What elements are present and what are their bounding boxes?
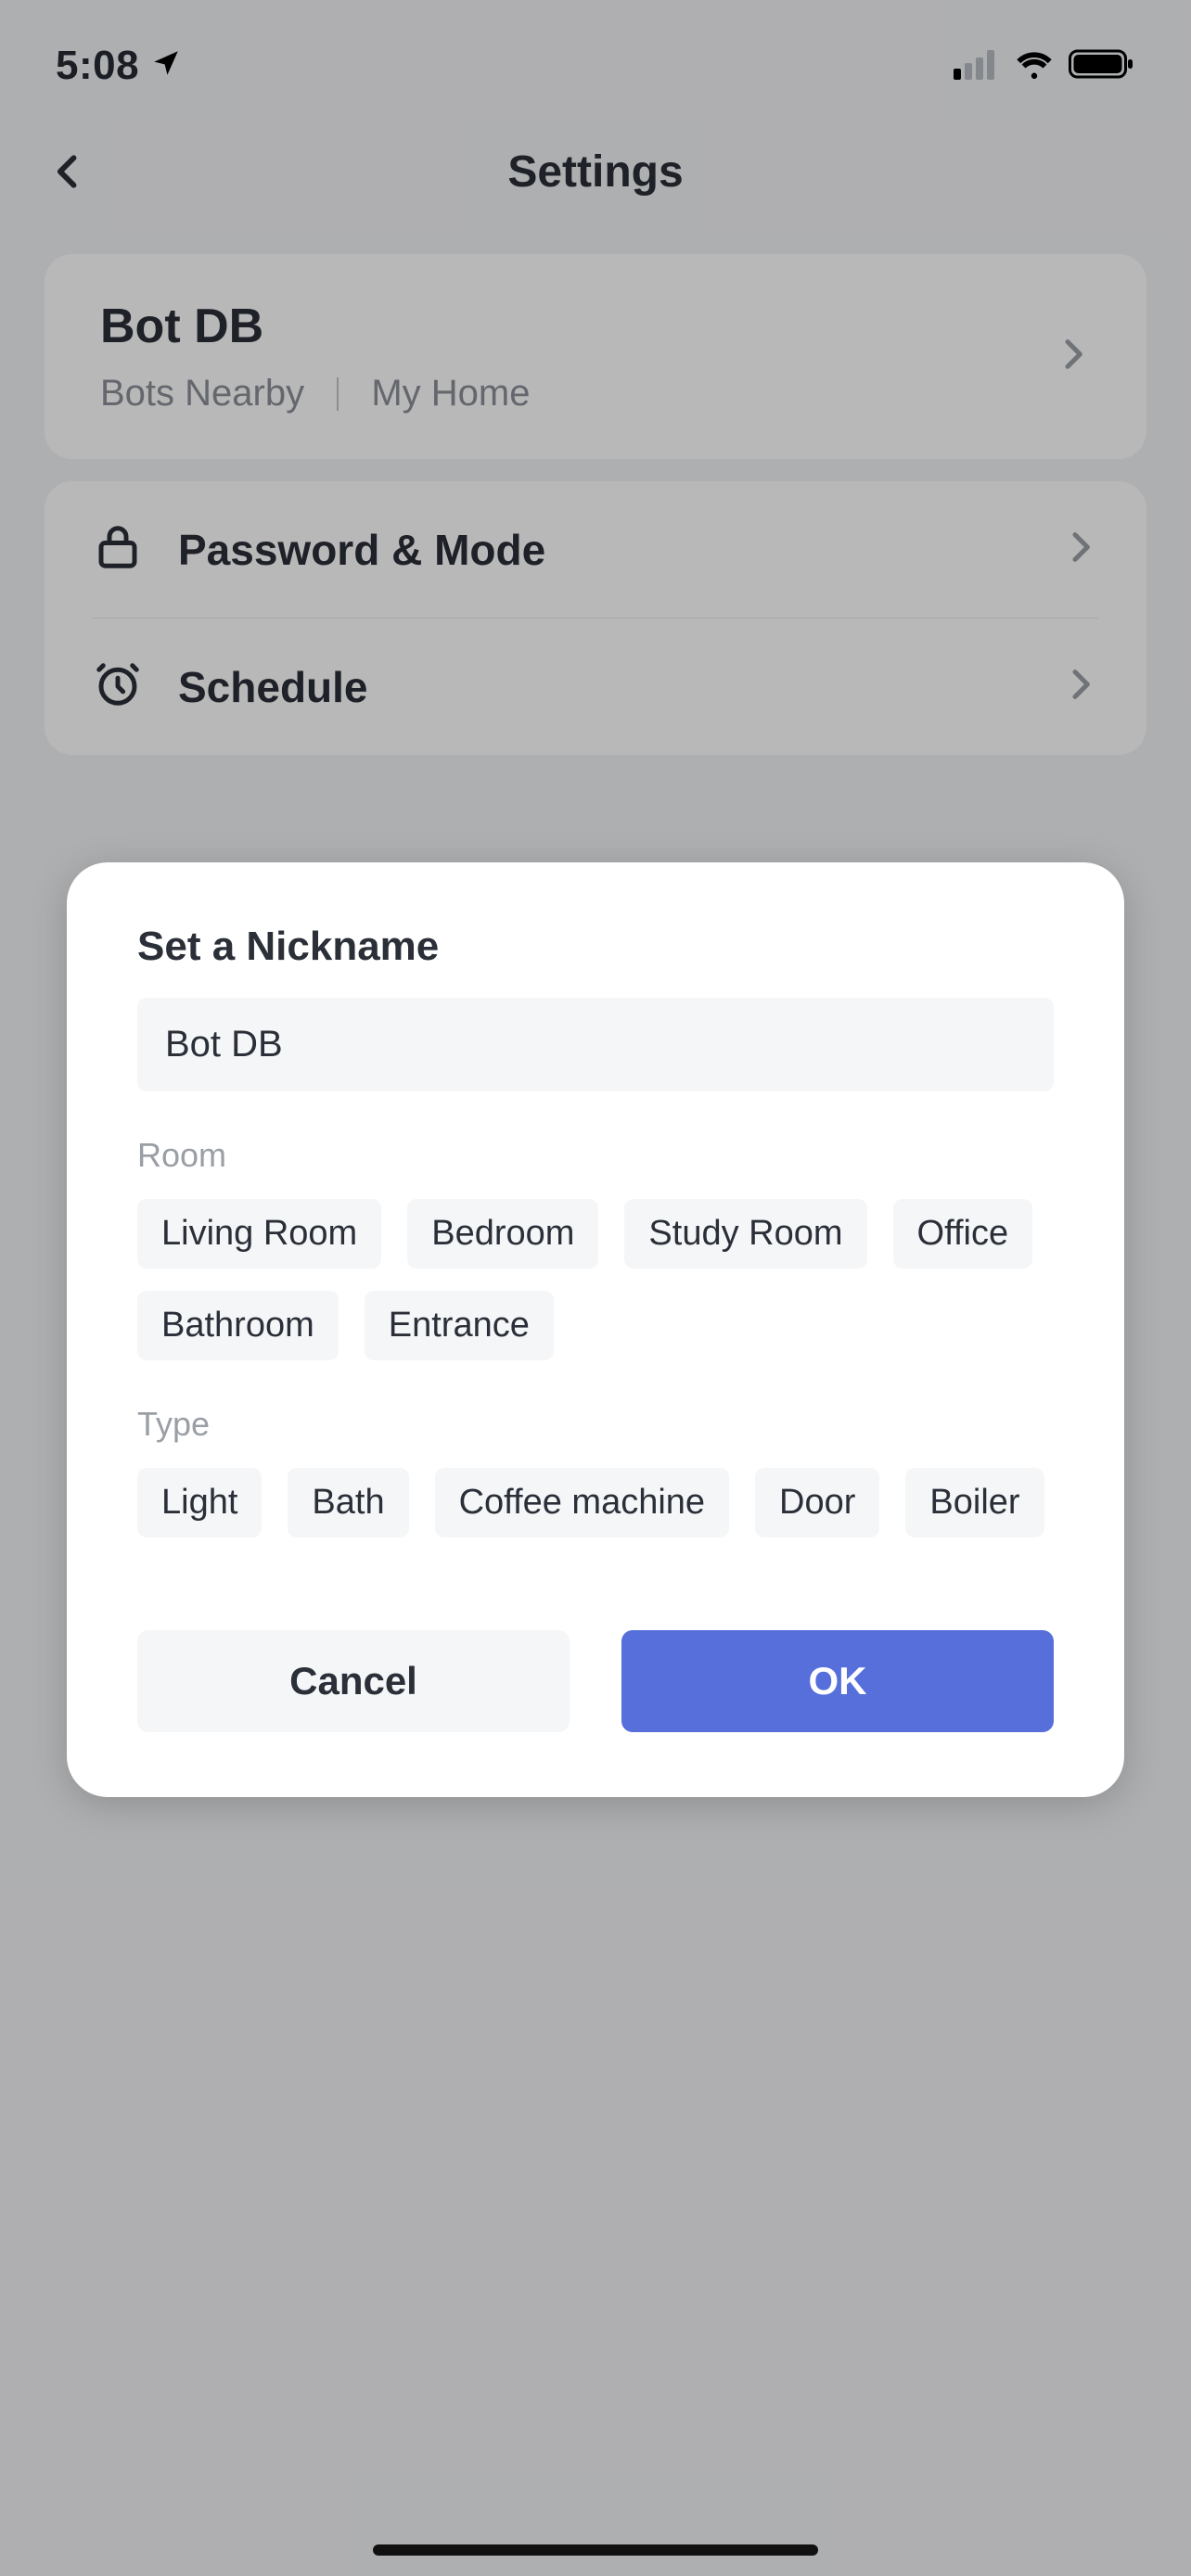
room-chip-bathroom[interactable]: Bathroom bbox=[137, 1291, 339, 1360]
type-chip-door[interactable]: Door bbox=[755, 1468, 879, 1537]
type-chip-light[interactable]: Light bbox=[137, 1468, 262, 1537]
type-chip-bath[interactable]: Bath bbox=[288, 1468, 408, 1537]
room-chip-living-room[interactable]: Living Room bbox=[137, 1199, 381, 1269]
modal-title: Set a Nickname bbox=[137, 924, 1054, 970]
type-chips: Light Bath Coffee machine Door Boiler bbox=[137, 1468, 1054, 1537]
room-chip-office[interactable]: Office bbox=[893, 1199, 1033, 1269]
room-label: Room bbox=[137, 1136, 1054, 1175]
home-indicator[interactable] bbox=[373, 2544, 818, 2556]
room-chip-entrance[interactable]: Entrance bbox=[365, 1291, 554, 1360]
type-chip-coffee-machine[interactable]: Coffee machine bbox=[435, 1468, 729, 1537]
ok-button[interactable]: OK bbox=[621, 1630, 1054, 1732]
room-chip-bedroom[interactable]: Bedroom bbox=[407, 1199, 598, 1269]
nickname-modal: Set a Nickname Room Living Room Bedroom … bbox=[67, 862, 1124, 1797]
room-chip-study-room[interactable]: Study Room bbox=[624, 1199, 866, 1269]
cancel-button[interactable]: Cancel bbox=[137, 1630, 570, 1732]
type-label: Type bbox=[137, 1405, 1054, 1444]
type-chip-boiler[interactable]: Boiler bbox=[905, 1468, 1044, 1537]
room-chips: Living Room Bedroom Study Room Office Ba… bbox=[137, 1199, 1054, 1360]
nickname-input[interactable] bbox=[137, 998, 1054, 1091]
